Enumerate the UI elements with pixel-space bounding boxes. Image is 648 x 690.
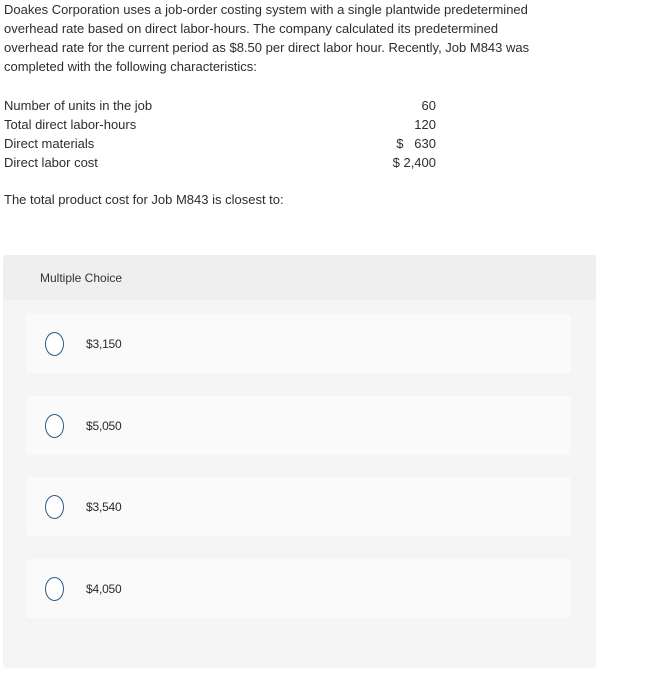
fact-row-direct-materials: Direct materials $ 630 bbox=[4, 134, 436, 153]
choice-option-2[interactable]: $5,050 bbox=[26, 396, 571, 455]
fact-label: Total direct labor-hours bbox=[4, 117, 137, 132]
fact-label: Number of units in the job bbox=[4, 98, 153, 113]
choice-label: $5,050 bbox=[86, 418, 122, 433]
fact-label: Direct labor cost bbox=[4, 155, 98, 170]
radio-button-icon[interactable] bbox=[45, 576, 64, 601]
radio-button-icon[interactable] bbox=[45, 331, 64, 356]
choice-label: $4,050 bbox=[86, 581, 122, 596]
question-ask: The total product cost for Job M843 is c… bbox=[4, 192, 284, 207]
fact-row-units: Number of units in the job 60 bbox=[4, 96, 436, 115]
question-line: Doakes Corporation uses a job-order cost… bbox=[4, 2, 528, 17]
fact-label: Direct materials bbox=[4, 136, 95, 151]
fact-row-direct-labor-cost: Direct labor cost $ 2,400 bbox=[4, 153, 436, 172]
job-characteristics-table: Number of units in the job 60 Total dire… bbox=[4, 96, 436, 172]
radio-button-icon[interactable] bbox=[45, 494, 64, 519]
choice-label: $3,540 bbox=[86, 499, 122, 514]
question-line: overhead rate based on direct labor-hour… bbox=[4, 21, 499, 36]
choice-option-1[interactable]: $3,150 bbox=[26, 314, 571, 373]
fact-value: 120 bbox=[414, 117, 436, 132]
choice-label: $3,150 bbox=[86, 336, 122, 351]
fact-value: 60 bbox=[421, 98, 436, 113]
fact-row-labor-hours: Total direct labor-hours 120 bbox=[4, 115, 436, 134]
multiple-choice-panel: Multiple Choice $3,150 $5,050 $3,540 $4,… bbox=[3, 255, 596, 668]
radio-button-icon[interactable] bbox=[45, 413, 64, 438]
multiple-choice-title: Multiple Choice bbox=[40, 270, 123, 285]
question-prompt: Doakes Corporation uses a job-order cost… bbox=[4, 0, 594, 76]
choice-option-4[interactable]: $4,050 bbox=[26, 559, 571, 618]
choice-option-3[interactable]: $3,540 bbox=[26, 477, 571, 536]
question-text: Doakes Corporation uses a job-order cost… bbox=[4, 0, 594, 76]
question-line: completed with the following characteris… bbox=[4, 59, 257, 74]
question-line: overhead rate for the current period as … bbox=[4, 40, 530, 55]
multiple-choice-header: Multiple Choice bbox=[3, 255, 596, 300]
fact-value: $ 630 bbox=[396, 136, 436, 151]
fact-value: $ 2,400 bbox=[392, 155, 436, 170]
